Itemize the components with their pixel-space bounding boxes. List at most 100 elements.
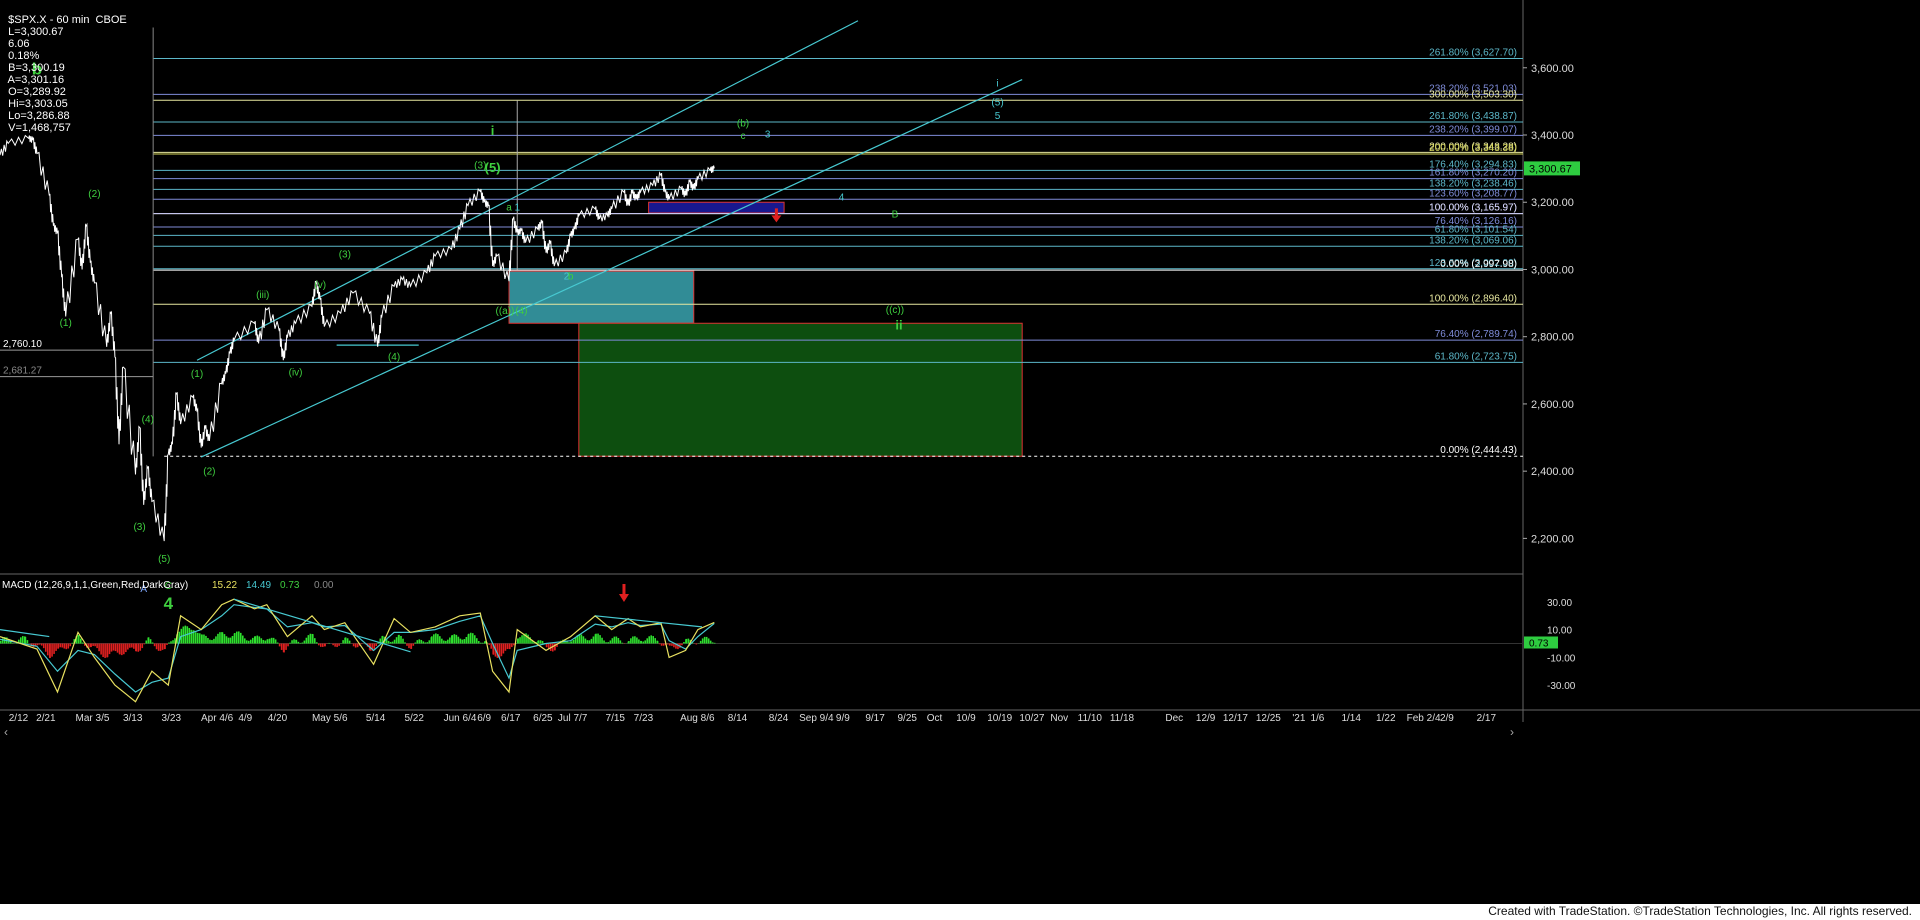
macd-histogram-bar <box>317 643 320 646</box>
macd-histogram-bar <box>443 640 445 644</box>
macd-histogram-bar <box>114 643 117 652</box>
macd-histogram-bar <box>475 638 478 644</box>
x-tick-label-12: 6/9 <box>477 713 491 724</box>
macd-histogram-bar <box>79 638 82 644</box>
macd-histogram-bar <box>305 637 308 644</box>
macd-histogram-bar <box>44 643 47 652</box>
macd-histogram-bar <box>541 640 544 644</box>
macd-histogram-bar <box>402 638 404 644</box>
wave-label-34: 5 <box>995 111 1001 122</box>
fib-label-15: 138.20% (3,069.06) <box>1429 235 1517 246</box>
macd-histogram-bar <box>129 643 131 648</box>
macd-histogram-bar <box>319 643 322 647</box>
macd-histogram-bar <box>133 643 135 649</box>
x-tick-label-2: Mar 3/5 <box>76 713 110 724</box>
macd-histogram-bar <box>519 637 521 644</box>
x-tick-label-8: May 5/6 <box>312 713 348 724</box>
chart-background <box>0 0 1920 920</box>
macd-histogram-bar <box>110 643 113 652</box>
macd-histogram-bar <box>42 643 45 649</box>
x-tick-label-16: 7/15 <box>606 713 626 724</box>
macd-histogram-bar <box>108 643 111 655</box>
macd-histogram-bar <box>666 643 669 645</box>
macd-histogram-bar <box>537 640 540 644</box>
macd-histogram-bar <box>119 643 121 655</box>
wave-label-15: (4) <box>388 352 400 363</box>
macd-histogram-bar <box>695 643 698 645</box>
macd-histogram-bar <box>219 632 221 644</box>
y-tick-label-6: 2,400.00 <box>1531 466 1574 478</box>
x-tick-label-11: Jun 6/4 <box>444 713 477 724</box>
macd-histogram-bar <box>141 643 144 649</box>
macd-histogram-bar <box>112 643 115 651</box>
x-tick-label-26: 10/9 <box>956 713 976 724</box>
macd-histogram-bar <box>662 643 665 646</box>
wave-label-31: ii <box>895 317 902 332</box>
macd-histogram-bar <box>451 635 454 644</box>
x-tick-label-3: 3/13 <box>123 713 143 724</box>
wave-label-22: (4) <box>515 306 527 317</box>
x-tick-label-25: Oct <box>927 713 943 724</box>
macd-histogram-bar <box>98 643 100 652</box>
macd-histogram-bar <box>258 636 261 644</box>
macd-histogram-bar <box>346 638 349 644</box>
macd-histogram-bar <box>644 640 646 644</box>
macd-histogram-bar <box>131 643 133 648</box>
macd-histogram-bar <box>707 638 710 644</box>
wave-label-13: (v) <box>314 280 326 291</box>
macd-histogram-bar <box>94 643 96 647</box>
macd-tick-label-3: -30.00 <box>1547 681 1576 692</box>
macd-histogram-bar <box>473 635 476 644</box>
macd-histogram-bar <box>490 643 493 649</box>
macd-histogram-bar <box>0 640 2 644</box>
macd-histogram-bar <box>293 639 295 644</box>
x-tick-label-4: 3/23 <box>162 713 182 724</box>
price-change-pct: 0.18% <box>8 50 40 62</box>
macd-histogram-bar <box>321 643 324 647</box>
macd-histogram-bar <box>605 642 607 644</box>
macd-histogram-bar <box>506 643 509 650</box>
y-tick-label-2: 3,200.00 <box>1531 197 1574 209</box>
macd-histogram-bar <box>539 640 542 644</box>
macd-histogram-bar <box>121 643 123 656</box>
macd-histogram-bar <box>428 640 431 644</box>
wave-label-18: i <box>491 123 495 138</box>
wave-label-11: (iii) <box>256 290 269 301</box>
macd-histogram-bar <box>127 643 129 650</box>
macd-histogram-bar <box>190 629 193 644</box>
wave-label-33: (5) <box>991 97 1003 108</box>
fib-label-4: 238.20% (3,399.07) <box>1429 124 1517 135</box>
macd-histogram-bar <box>469 632 472 644</box>
macd-histogram-bar <box>437 634 439 644</box>
macd-histogram-bar <box>172 640 174 644</box>
price-chart[interactable]: 261.80% (3,627.70)238.20% (3,521.03)300.… <box>0 0 1920 920</box>
macd-histogram-bar <box>439 636 441 644</box>
macd-histogram-bar <box>251 637 254 644</box>
macd-histogram-bar <box>24 636 27 644</box>
fib-label-0: 261.80% (3,627.70) <box>1429 47 1517 58</box>
macd-histogram-bar <box>433 634 435 644</box>
macd-histogram-bar <box>636 637 638 644</box>
macd-histogram-bar <box>597 633 599 644</box>
fib-label-14: 61.80% (3,101.54) <box>1435 224 1517 235</box>
macd-histogram-bar <box>125 643 127 653</box>
macd-histogram-bar <box>621 642 624 644</box>
macd-histogram-bar <box>26 640 29 644</box>
macd-histogram-bar <box>157 643 160 651</box>
macd-histogram-bar <box>235 631 238 644</box>
macd-histogram-bar <box>445 640 447 644</box>
wave-label-30: ((c)) <box>886 305 904 316</box>
macd-histogram-bar <box>601 637 603 644</box>
macd-histogram-bar <box>223 634 226 644</box>
macd-histogram-bar <box>435 633 437 644</box>
macd-histogram-bar <box>151 642 154 644</box>
wave-label-24: b <box>568 272 574 283</box>
fib-label-12: 100.00% (3,165.97) <box>1429 203 1517 214</box>
macd-histogram-bar <box>207 637 209 644</box>
x-tick-label-13: 6/17 <box>501 713 521 724</box>
x-tick-label-36: '21 <box>1292 713 1305 724</box>
macd-histogram-bar <box>268 638 271 644</box>
macd-histogram-bar <box>254 636 257 644</box>
macd-histogram-bar <box>170 641 172 644</box>
x-tick-label-40: Feb 2/4 <box>1407 713 1441 724</box>
